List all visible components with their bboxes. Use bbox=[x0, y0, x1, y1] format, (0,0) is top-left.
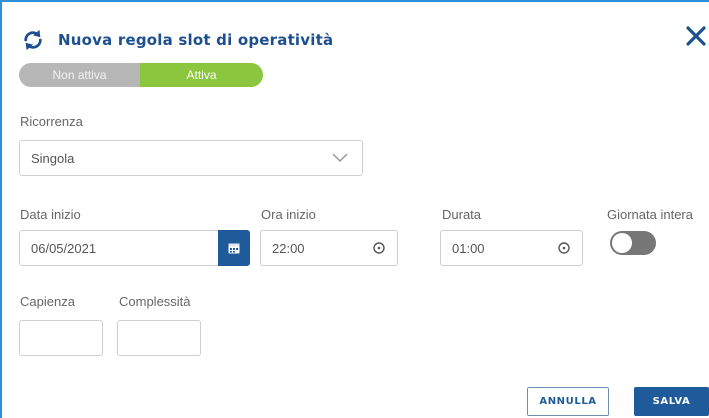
recurrence-label: Ricorrenza bbox=[20, 114, 83, 129]
status-segmented-toggle: Non attiva Attiva bbox=[19, 63, 263, 87]
sync-icon bbox=[24, 29, 42, 51]
start-date-value: 06/05/2021 bbox=[31, 240, 97, 256]
complexity-input[interactable] bbox=[117, 320, 201, 356]
toggle-knob bbox=[612, 233, 632, 253]
complexity-label: Complessità bbox=[119, 294, 191, 309]
new-slot-rule-dialog: Nuova regola slot di operatività Non att… bbox=[0, 0, 709, 418]
full-day-toggle[interactable] bbox=[610, 231, 656, 255]
capacity-label: Capienza bbox=[20, 294, 75, 309]
capacity-input[interactable] bbox=[19, 320, 103, 356]
recurrence-select[interactable]: Singola bbox=[19, 140, 363, 176]
status-inactive-option[interactable]: Non attiva bbox=[19, 63, 140, 87]
dialog-title: Nuova regola slot di operatività bbox=[58, 31, 334, 49]
start-date-label: Data inizio bbox=[20, 207, 81, 222]
clock-icon bbox=[373, 242, 385, 254]
cancel-button[interactable]: ANNULLA bbox=[527, 387, 609, 416]
dialog-header: Nuova regola slot di operatività bbox=[22, 26, 333, 54]
recurrence-value: Singola bbox=[31, 150, 75, 166]
chevron-down-icon bbox=[332, 153, 348, 163]
duration-value: 01:00 bbox=[452, 240, 485, 256]
start-date-input[interactable]: 06/05/2021 bbox=[19, 230, 219, 266]
save-button[interactable]: SALVA bbox=[634, 387, 709, 416]
start-time-label: Ora inizio bbox=[261, 207, 316, 222]
status-active-option[interactable]: Attiva bbox=[140, 63, 263, 87]
calendar-button[interactable] bbox=[218, 230, 250, 266]
calendar-icon bbox=[228, 243, 240, 254]
clock-icon bbox=[558, 242, 570, 254]
close-icon[interactable] bbox=[684, 24, 708, 48]
duration-input[interactable]: 01:00 bbox=[440, 230, 583, 266]
start-time-input[interactable]: 22:00 bbox=[260, 230, 398, 266]
start-time-value: 22:00 bbox=[272, 240, 305, 256]
duration-label: Durata bbox=[442, 207, 482, 222]
full-day-label: Giornata intera bbox=[607, 207, 693, 222]
